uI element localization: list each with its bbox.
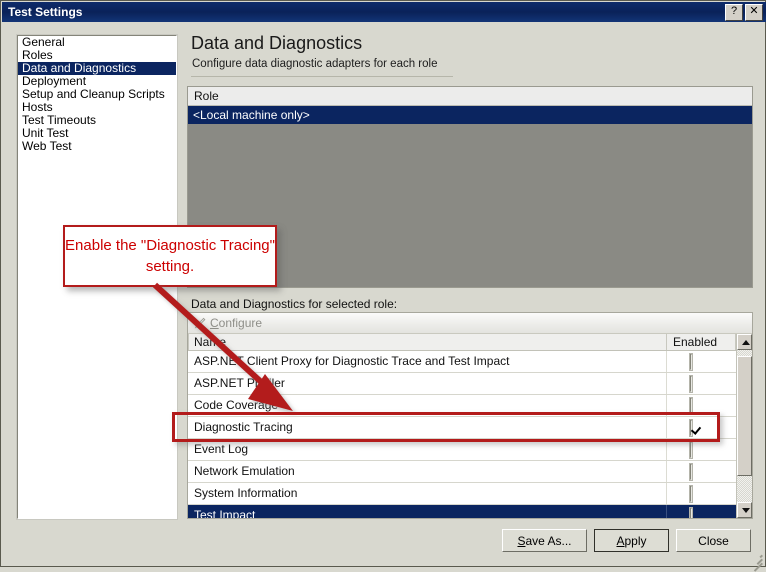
table-row[interactable]: ASP.NET Client Proxy for Diagnostic Trac… bbox=[188, 351, 736, 373]
enabled-checkbox[interactable] bbox=[689, 463, 704, 481]
role-row-local-machine-only[interactable]: <Local machine only> bbox=[188, 106, 752, 124]
resize-grip[interactable] bbox=[750, 551, 763, 572]
adapters-toolbar: Configure bbox=[188, 313, 752, 334]
table-row[interactable]: System Information bbox=[188, 483, 736, 505]
window-title: Test Settings bbox=[8, 5, 83, 19]
help-icon[interactable]: ? bbox=[725, 4, 743, 21]
enabled-checkbox[interactable] bbox=[689, 397, 704, 415]
column-header-enabled[interactable]: Enabled bbox=[673, 334, 717, 350]
header-divider bbox=[191, 76, 453, 77]
role-row-label: <Local machine only> bbox=[193, 108, 310, 122]
page-title: Data and Diagnostics bbox=[191, 33, 363, 53]
adapter-name: Event Log bbox=[194, 442, 249, 456]
adapters-grid-header: Name Enabled bbox=[188, 334, 752, 351]
scrollbar-thumb[interactable] bbox=[737, 356, 752, 476]
enabled-checkbox[interactable] bbox=[689, 353, 704, 371]
annotation-highlight-rect bbox=[172, 412, 720, 442]
table-row[interactable]: Test Impact bbox=[188, 505, 736, 518]
adapter-name: ASP.NET Client Proxy for Diagnostic Trac… bbox=[194, 354, 510, 368]
sidebar-item-web-test[interactable]: Web Test bbox=[18, 140, 176, 153]
scroll-down-icon[interactable] bbox=[737, 502, 752, 518]
adapter-name: Network Emulation bbox=[194, 464, 295, 478]
enabled-checkbox[interactable] bbox=[689, 441, 704, 459]
title-bar: Test Settings ? ✕ bbox=[2, 2, 766, 22]
close-icon[interactable]: ✕ bbox=[745, 4, 763, 21]
column-header-name[interactable]: Name bbox=[194, 334, 226, 350]
adapter-name: System Information bbox=[194, 486, 298, 500]
table-row[interactable]: ASP.NET Profiler bbox=[188, 373, 736, 395]
save-as-button[interactable]: Save As... bbox=[502, 529, 587, 552]
scroll-up-icon[interactable] bbox=[737, 334, 752, 350]
table-row[interactable]: Network Emulation bbox=[188, 461, 736, 483]
enabled-checkbox[interactable] bbox=[689, 485, 704, 503]
test-settings-window: Test Settings ? ✕ General Roles Data and… bbox=[0, 0, 766, 572]
adapter-name: ASP.NET Profiler bbox=[194, 376, 285, 390]
table-row[interactable]: Event Log bbox=[188, 439, 736, 461]
apply-button[interactable]: Apply bbox=[594, 529, 669, 552]
enabled-checkbox[interactable] bbox=[689, 507, 704, 518]
close-button[interactable]: Close bbox=[676, 529, 751, 552]
adapter-name: Test Impact bbox=[194, 508, 256, 518]
annotation-callout-text: Enable the "Diagnostic Tracing" setting. bbox=[65, 237, 275, 275]
adapters-scrollbar[interactable] bbox=[736, 334, 752, 518]
enabled-checkbox[interactable] bbox=[689, 375, 704, 393]
adapters-section-label: Data and Diagnostics for selected role: bbox=[191, 297, 398, 311]
role-column-header: Role bbox=[194, 89, 219, 103]
annotation-callout: Enable the "Diagnostic Tracing" setting. bbox=[63, 225, 277, 287]
configure-button[interactable]: Configure bbox=[210, 316, 262, 330]
pencil-icon bbox=[193, 317, 206, 330]
adapter-name: Code Coverage bbox=[194, 398, 279, 412]
role-grid-header: Role bbox=[188, 87, 752, 106]
title-bar-buttons: ? ✕ bbox=[725, 4, 763, 21]
scrollbar-track[interactable] bbox=[737, 350, 752, 502]
page-subtitle: Configure data diagnostic adapters for e… bbox=[192, 58, 438, 70]
